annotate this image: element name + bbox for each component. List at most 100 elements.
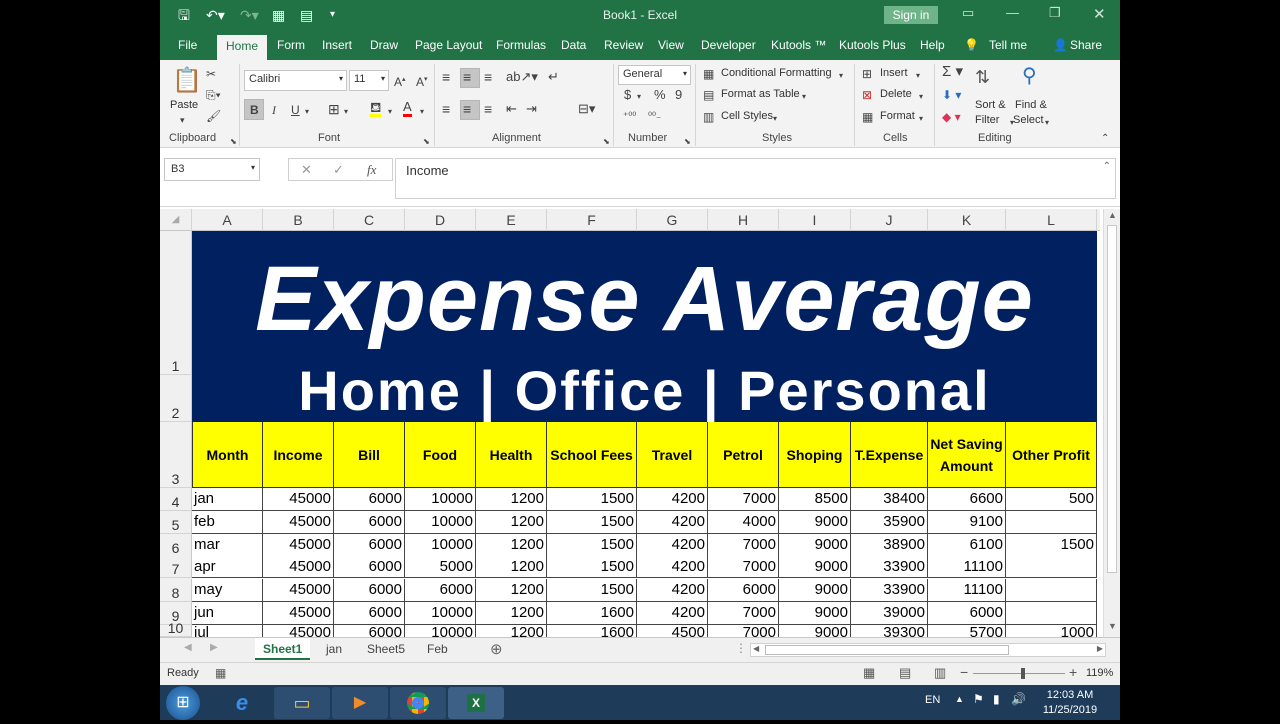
page-layout-view-icon[interactable]: ▤ <box>899 665 911 681</box>
align-left-icon[interactable]: ≡ <box>442 102 450 116</box>
table-cell[interactable]: 45000 <box>263 534 334 557</box>
currency-button[interactable]: $ <box>624 88 631 102</box>
flag-icon[interactable]: ⚑ <box>973 692 984 706</box>
sort-label[interactable]: Sort & <box>975 99 1006 111</box>
table-cell[interactable]: 6000 <box>334 579 405 602</box>
column-header[interactable]: A <box>192 209 263 231</box>
decrease-font-icon[interactable]: A▾ <box>416 73 428 89</box>
chevron-down-icon[interactable]: ▾ <box>637 90 641 104</box>
table-cell[interactable]: 9000 <box>779 556 851 578</box>
chevron-down-icon[interactable]: ▾ <box>802 90 806 104</box>
table-header-cell[interactable]: Other Profit <box>1006 422 1097 488</box>
clipboard-launcher-icon[interactable]: ⬊ <box>230 135 237 149</box>
table-header-cell[interactable]: T.Expense <box>851 422 928 488</box>
column-header[interactable]: H <box>708 209 779 231</box>
fill-color-icon[interactable]: ⛾ <box>370 100 382 117</box>
paste-button[interactable]: Paste <box>170 99 198 111</box>
zoom-level[interactable]: 119% <box>1086 667 1113 679</box>
table-cell[interactable]: 7000 <box>708 602 779 625</box>
table-cell[interactable]: 10000 <box>405 534 476 557</box>
chevron-down-icon[interactable]: ▾ <box>305 105 309 119</box>
table-cell[interactable]: 6000 <box>334 534 405 557</box>
table-cell[interactable]: apr <box>192 556 263 578</box>
sheet-tab[interactable]: Feb <box>419 638 456 660</box>
align-middle-icon[interactable]: ≡ <box>463 70 471 84</box>
table-cell[interactable]: 10000 <box>405 511 476 534</box>
table-cell[interactable]: 1500 <box>547 534 637 557</box>
tab-view[interactable]: View <box>658 38 684 52</box>
percent-button[interactable]: % <box>654 88 666 102</box>
table-cell[interactable]: 1600 <box>547 602 637 625</box>
tab-split-icon[interactable]: ⋮ <box>735 641 747 655</box>
table-cell[interactable]: 9000 <box>779 625 851 637</box>
column-header[interactable]: F <box>547 209 637 231</box>
horizontal-scrollbar[interactable]: ◀ ▶ <box>750 643 1106 657</box>
chevron-down-icon[interactable]: ▾ <box>916 69 920 83</box>
normal-view-icon[interactable]: ▦ <box>863 665 875 681</box>
media-player-icon[interactable]: ▶ <box>332 687 388 719</box>
tab-insert[interactable]: Insert <box>322 38 352 52</box>
copy-icon[interactable]: ⎘▾ <box>206 88 221 102</box>
table-cell[interactable]: 1200 <box>476 579 547 602</box>
chevron-down-icon[interactable]: ▾ <box>919 112 923 126</box>
table-cell[interactable]: 33900 <box>851 556 928 578</box>
share-button[interactable]: Share <box>1070 38 1102 52</box>
table-cell[interactable]: 6600 <box>928 488 1006 511</box>
network-icon[interactable]: ▮ <box>993 692 1000 706</box>
borders-icon[interactable]: ⊞ <box>328 102 340 116</box>
table-cell[interactable]: 1200 <box>476 488 547 511</box>
tab-form[interactable]: Form <box>277 38 305 52</box>
select-label[interactable]: Select <box>1013 114 1044 126</box>
table-cell[interactable]: 6000 <box>334 488 405 511</box>
table-cell[interactable]: 10000 <box>405 488 476 511</box>
zoom-slider-thumb[interactable] <box>1021 668 1025 679</box>
table-cell[interactable]: 9000 <box>779 602 851 625</box>
table-cell[interactable]: 8500 <box>779 488 851 511</box>
table-cell[interactable]: 9100 <box>928 511 1006 534</box>
chevron-down-icon[interactable]: ▾ <box>839 69 843 83</box>
expand-formula-icon[interactable]: ⌃ <box>1103 161 1111 172</box>
tab-draw[interactable]: Draw <box>370 38 398 52</box>
table-cell[interactable]: 1200 <box>476 556 547 578</box>
table-cell[interactable]: 10000 <box>405 602 476 625</box>
zoom-in-icon[interactable]: + <box>1069 664 1077 680</box>
filter-label[interactable]: Filter <box>975 114 999 126</box>
table-cell[interactable]: jan <box>192 488 263 511</box>
sheet-tab[interactable]: Sheet5 <box>359 638 413 660</box>
tab-page-layout[interactable]: Page Layout <box>415 38 482 52</box>
table-cell[interactable]: 1200 <box>476 511 547 534</box>
table-cell[interactable]: 4200 <box>637 488 708 511</box>
zoom-slider[interactable] <box>973 673 1065 674</box>
scroll-right-icon[interactable]: ▶ <box>1097 644 1103 653</box>
align-bottom-icon[interactable]: ≡ <box>484 70 492 84</box>
start-button[interactable]: ⊞ <box>166 686 200 720</box>
insert-button[interactable]: Insert <box>880 67 908 79</box>
table-cell[interactable]: 35900 <box>851 511 928 534</box>
table-cell[interactable]: mar <box>192 534 263 557</box>
font-name-box[interactable]: Calibri ▾ <box>244 70 347 91</box>
minimize-icon[interactable]: — <box>1006 5 1019 20</box>
table-cell[interactable]: 7000 <box>708 534 779 557</box>
underline-button[interactable]: U <box>291 103 300 117</box>
tab-formulas[interactable]: Formulas <box>496 38 546 52</box>
column-header[interactable]: G <box>637 209 708 231</box>
tab-review[interactable]: Review <box>604 38 643 52</box>
close-icon[interactable]: ✕ <box>1093 5 1106 23</box>
table-header-cell[interactable]: Net Saving Amount <box>928 422 1006 488</box>
table-cell[interactable]: 6100 <box>928 534 1006 557</box>
column-header[interactable]: J <box>851 209 928 231</box>
internet-explorer-icon[interactable]: e <box>214 687 270 719</box>
table-cell[interactable] <box>1006 579 1097 602</box>
restore-icon[interactable]: ❐ <box>1049 5 1061 21</box>
table-cell[interactable]: 5700 <box>928 625 1006 637</box>
number-format-box[interactable]: General ▾ <box>618 65 691 85</box>
chevron-down-icon[interactable]: ▾ <box>388 105 392 119</box>
prev-sheet-icon[interactable]: ◀ <box>184 642 192 653</box>
table-cell[interactable]: 45000 <box>263 556 334 578</box>
bold-button[interactable]: B <box>250 103 259 117</box>
table-header-cell[interactable]: Petrol <box>708 422 779 488</box>
increase-decimal-icon[interactable]: ⁺⁰⁰ <box>623 110 636 124</box>
table-cell[interactable]: 11100 <box>928 579 1006 602</box>
file-explorer-icon[interactable]: ▭ <box>274 687 330 719</box>
scroll-up-icon[interactable]: ▲ <box>1108 210 1117 220</box>
